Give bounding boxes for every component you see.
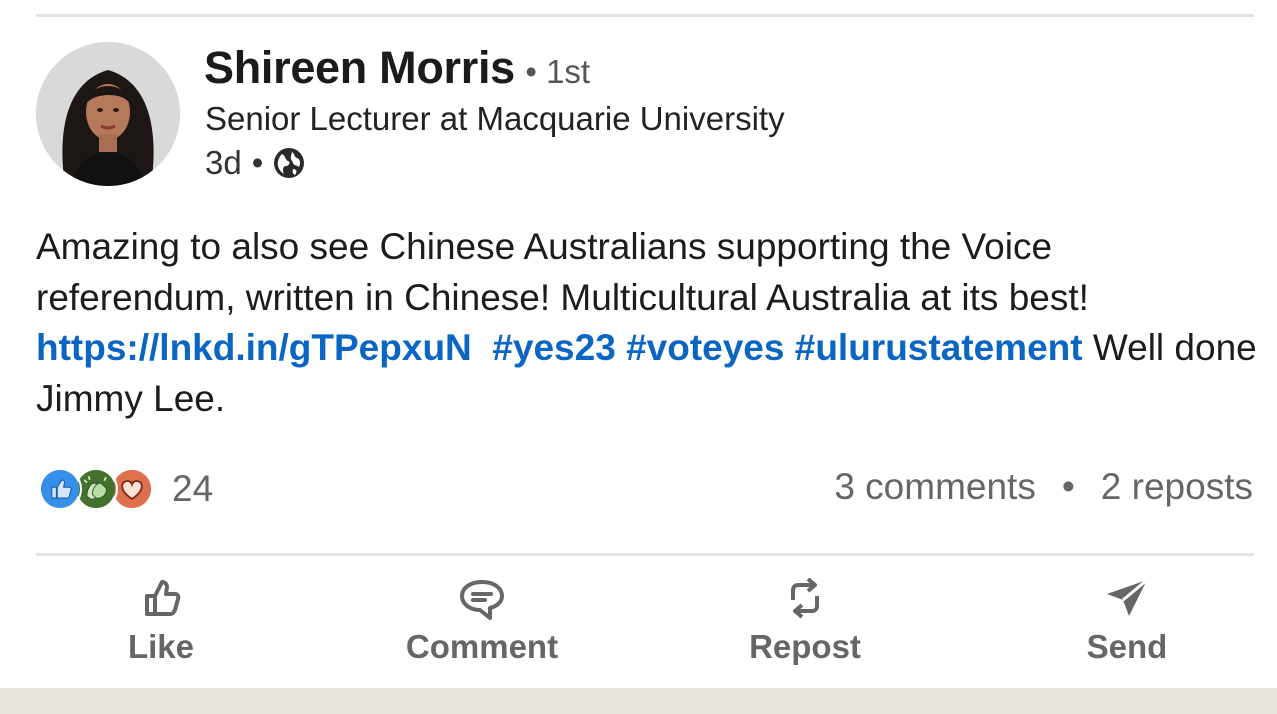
post-meta: 3d • [205,144,305,182]
top-divider [36,14,1254,17]
repost-label: Repost [749,628,861,665]
like-label: Like [127,628,195,665]
hashtag-yes23[interactable]: #yes23 [492,327,615,368]
like-button[interactable]: Like [61,570,261,666]
feed-separator [0,688,1277,714]
repost-button[interactable]: Repost [705,570,905,666]
action-bar: Like Comment Repost Send [0,570,1277,680]
social-counts: 3 comments • 2 reposts [834,466,1253,508]
comment-icon [460,580,504,620]
globe-icon [274,148,305,178]
post-text: Amazing to also see Chinese Australians … [36,222,1261,424]
author-headline: Senior Lecturer at Macquarie University [205,100,785,137]
reactions-summary[interactable]: 24 [38,466,213,512]
repost-icon [791,577,819,619]
avatar-photo [36,42,180,186]
social-separator: • [1061,466,1075,507]
post-text-part1: Amazing to also see Chinese Australians … [36,226,1089,318]
connection-degree: • 1st [525,53,591,90]
thumbs-up-icon [145,580,181,616]
comment-label: Comment [405,628,559,665]
send-icon [1107,578,1148,616]
comment-button[interactable]: Comment [382,570,582,666]
reposts-count[interactable]: 2 reposts [1101,466,1253,507]
post-header: Shireen Morris • 1st Senior Lecturer at … [36,40,1254,190]
hashtag-ulurustatement[interactable]: #ulurustatement [795,327,1083,368]
hashtag-voteyes[interactable]: #voteyes [626,327,784,368]
comments-count[interactable]: 3 comments [834,466,1036,507]
avatar[interactable] [36,42,180,186]
like-reaction-icon [38,467,82,511]
post-link[interactable]: https://lnkd.in/gTPepxuN [36,327,472,368]
post-time: 3d [205,144,242,181]
send-label: Send [1086,628,1168,665]
send-button[interactable]: Send [1027,570,1227,666]
reaction-count: 24 [172,468,214,509]
meta-separator: • [251,144,264,181]
actions-divider [36,553,1254,556]
author-name[interactable]: Shireen Morris [204,42,515,93]
